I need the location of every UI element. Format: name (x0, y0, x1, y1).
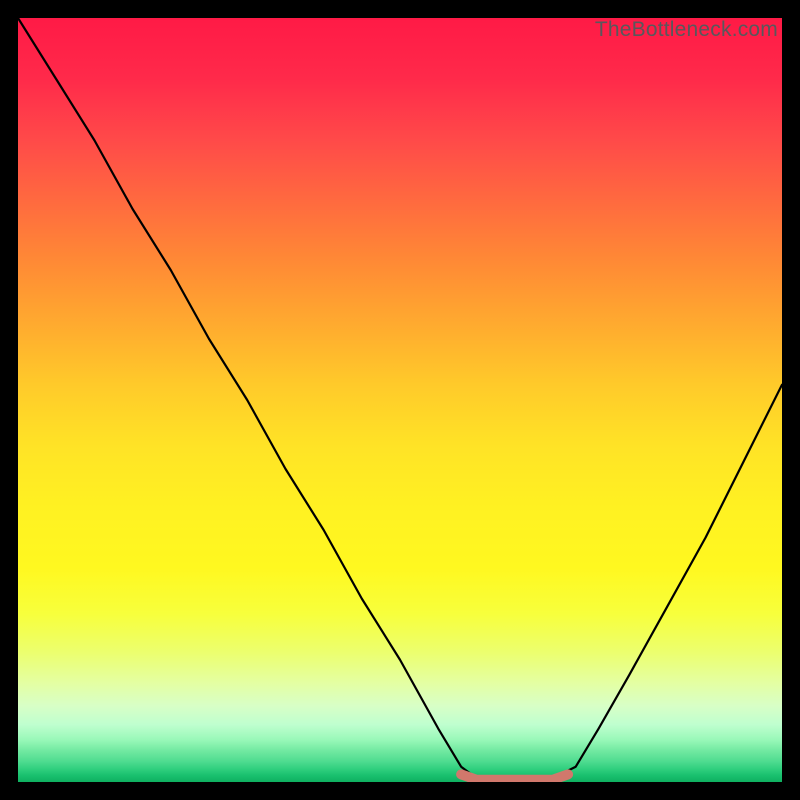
sweet-spot-band-path (461, 774, 568, 779)
chart-svg (18, 18, 782, 782)
plot-area: TheBottleneck.com (18, 18, 782, 782)
bottleneck-curve-path (18, 18, 782, 780)
chart-frame: TheBottleneck.com (0, 0, 800, 800)
